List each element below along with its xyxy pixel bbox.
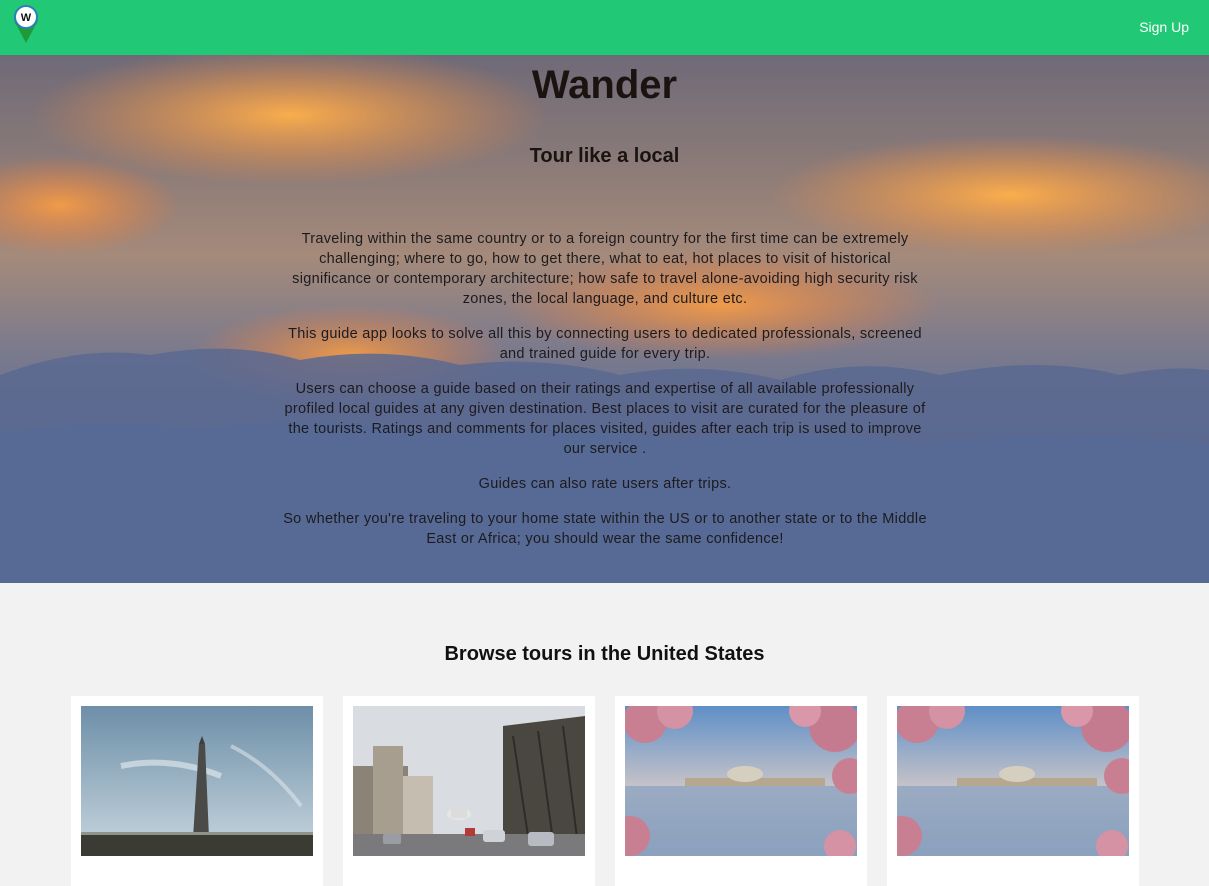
hero-paragraph: Users can choose a guide based on their … [284,381,926,457]
hero-paragraph: Traveling within the same country or to … [292,231,918,307]
cherry-blossom-memorial-photo [625,706,857,856]
logo-letter: W [21,12,32,24]
browse-tours-heading: Browse tours in the United States [444,643,765,665]
tour-card-cherry-blossom-1[interactable] [615,696,867,886]
hero-section: Wander Tour like a local Traveling withi… [0,55,1209,583]
browse-tours-section: Browse tours in the United States [0,583,1209,886]
top-navbar: W Sign Up [0,0,1209,55]
tour-card-capitol-street[interactable] [343,696,595,886]
sign-up-link[interactable]: Sign Up [1139,19,1189,35]
hero-paragraph: This guide app looks to solve all this b… [288,326,922,362]
washington-monument-photo [81,706,313,856]
hero-paragraph: Guides can also rate users after trips. [478,476,732,492]
hero-title: Wander [531,63,678,107]
tour-card-cherry-blossom-2[interactable] [887,696,1139,886]
hero-description: Traveling within the same country or to … [280,229,930,564]
hero-paragraph: So whether you're traveling to your home… [283,511,927,547]
tour-card-washington-monument[interactable] [71,696,323,886]
logo-map-pin-icon[interactable]: W [12,4,40,44]
hero-subtitle: Tour like a local [529,145,680,167]
capitol-street-photo [353,706,585,856]
cherry-blossom-memorial-photo [897,706,1129,856]
